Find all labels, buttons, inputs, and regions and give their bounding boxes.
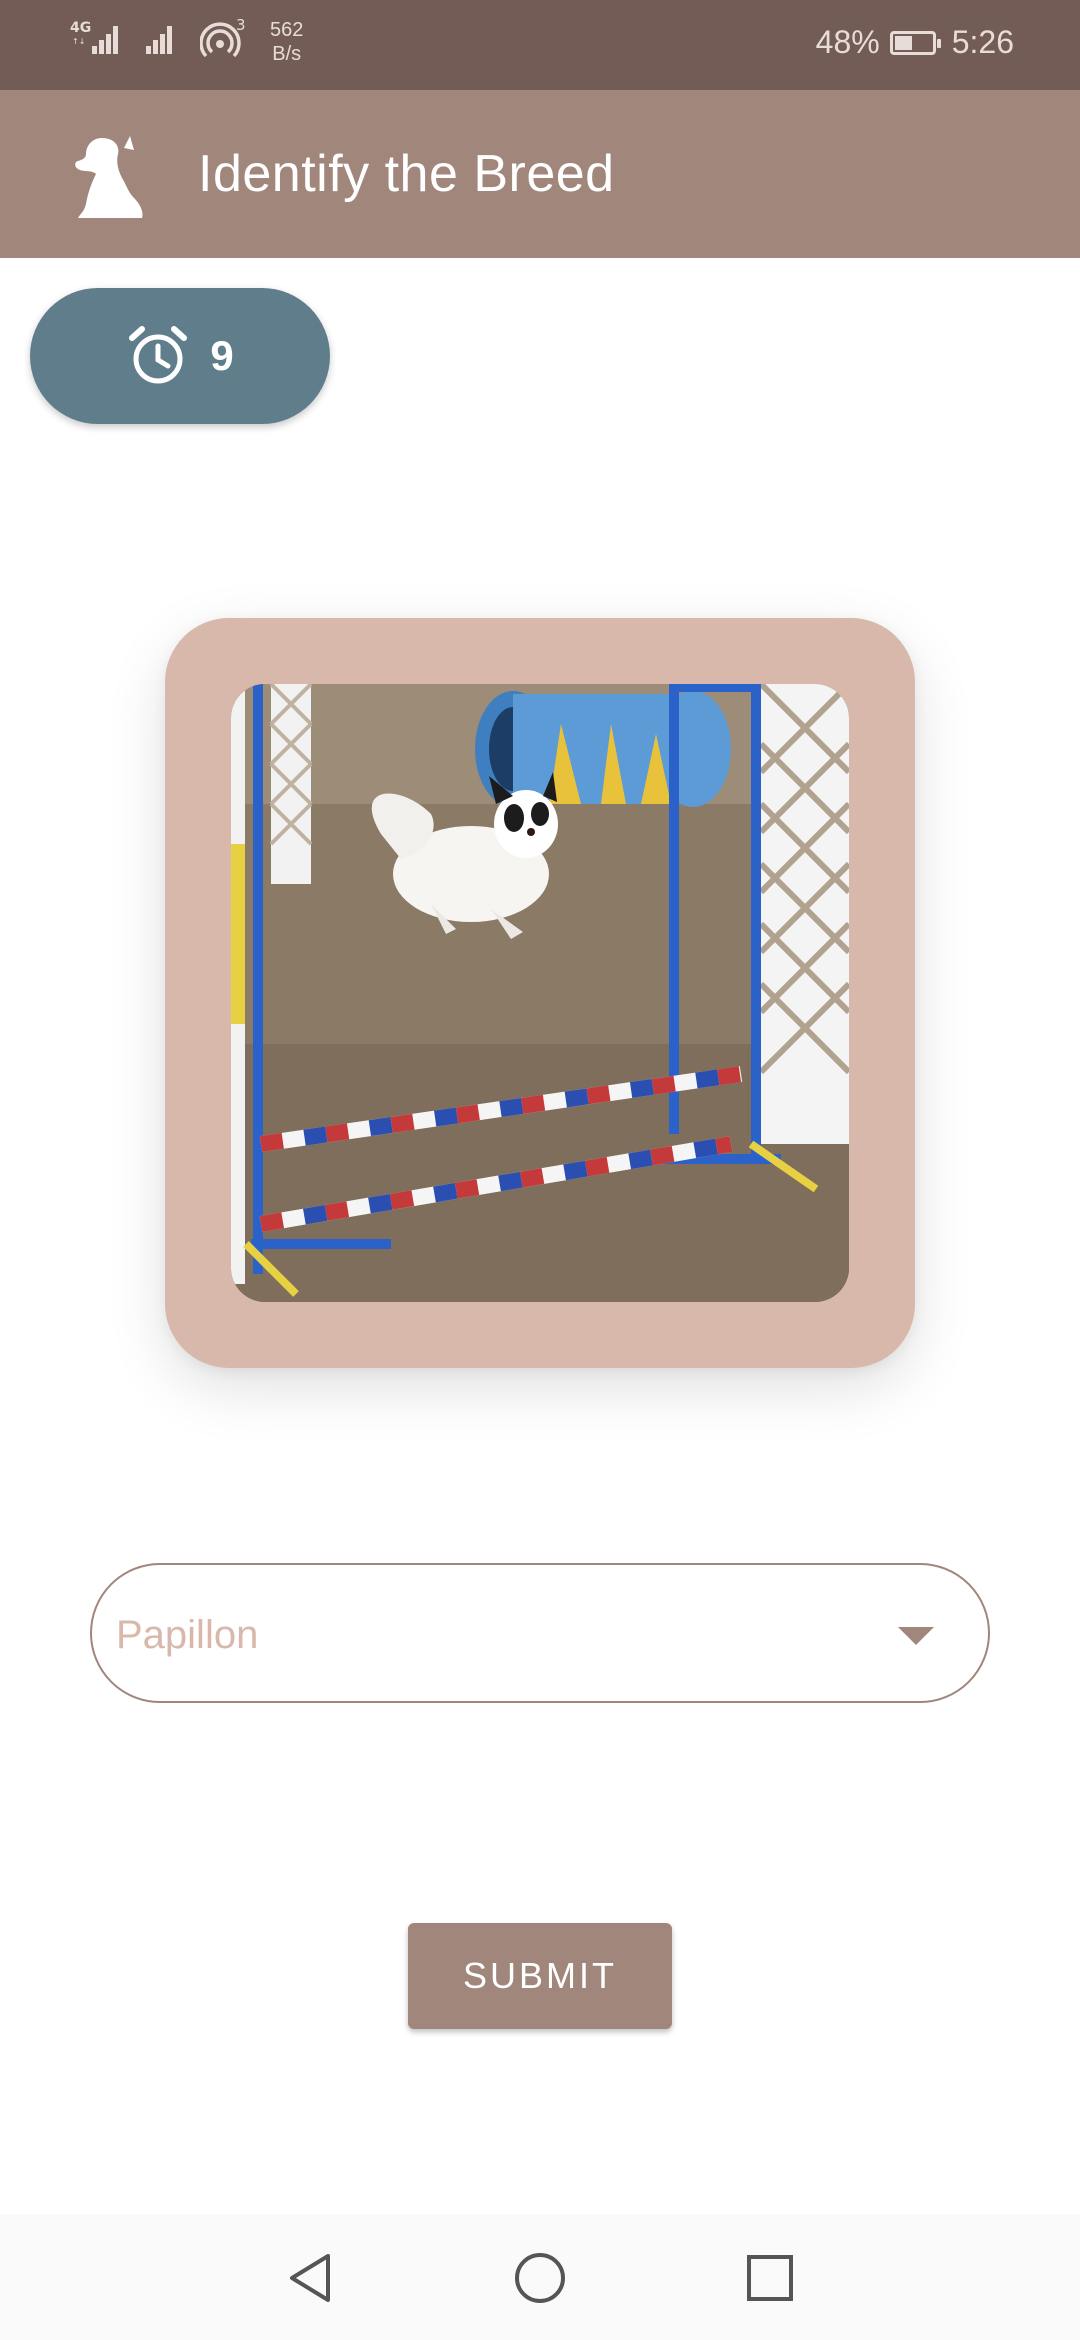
back-icon[interactable] [280,2248,340,2308]
signal-icon [146,26,172,54]
svg-text:3: 3 [236,18,246,34]
svg-text:4G: 4G [70,20,91,36]
hotspot-icon: 3 [200,18,246,58]
status-icons-left: 4G ↑↓ 3 562 B/s [68,18,303,66]
dog-agility-jump-photo [231,684,849,1302]
app-title: Identify the Breed [198,145,615,203]
timer-value: 9 [210,332,234,379]
alarm-clock-icon [129,326,188,384]
battery-level-fill [894,35,912,50]
status-bar: 4G ↑↓ 3 562 B/s 48% 5:26 [0,0,1080,90]
countdown-timer: 9 [30,288,330,424]
status-icons-right: 48% 5:26 [816,24,1014,61]
dog-logo-icon [75,136,143,218]
system-nav-bar [0,2214,1080,2340]
recents-icon[interactable] [740,2248,800,2308]
svg-text:↑↓: ↑↓ [72,37,85,46]
app-bar: Identify the Breed [0,90,1080,258]
network-speed: 562 B/s [270,18,303,66]
dropdown-arrow-icon [898,1627,934,1645]
network-speed-unit: B/s [272,43,302,65]
signal-4g-icon: 4G ↑↓ [70,20,118,54]
home-icon[interactable] [510,2248,570,2308]
clock-time: 5:26 [951,24,1014,60]
battery-icon [889,30,941,55]
breed-selected-value: Papillon [116,1613,259,1657]
battery-percent: 48% [815,24,880,60]
breed-dropdown[interactable]: Papillon [90,1563,990,1703]
submit-button[interactable]: SUBMIT [408,1923,672,2029]
network-speed-value: 562 [270,19,304,41]
breed-image-card [165,618,915,1368]
